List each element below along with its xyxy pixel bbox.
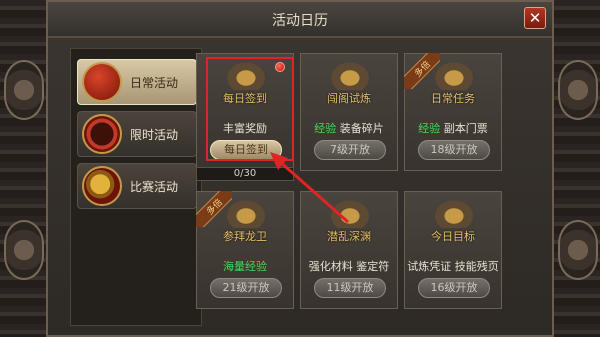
chest-icon bbox=[432, 60, 476, 90]
sidebar-item-daily-activities[interactable]: 日常活动 bbox=[77, 59, 197, 105]
activity-card-abyss[interactable]: 潜乱深渊 强化材料 鉴定符 11级开放 bbox=[300, 191, 398, 309]
activity-name: 日常任务 bbox=[431, 92, 475, 105]
activity-card-tower-trial[interactable]: 闯阁试炼 经验 装备碎片 7级开放 bbox=[300, 53, 398, 171]
sidebar-item-label: 日常活动 bbox=[130, 76, 179, 90]
window-title: 活动日历 bbox=[272, 13, 328, 29]
sidebar-item-competition-activities[interactable]: 比赛活动 bbox=[77, 163, 197, 209]
chest-icon bbox=[432, 198, 476, 228]
activity-reward: 经验 副本门票 bbox=[418, 122, 488, 135]
close-icon: ✕ bbox=[528, 9, 542, 27]
sidebar-item-label: 比赛活动 bbox=[130, 180, 179, 194]
chest-icon bbox=[328, 60, 372, 90]
gong-icon bbox=[82, 166, 122, 206]
activity-name: 潜乱深渊 bbox=[327, 230, 371, 243]
calendar-icon bbox=[82, 62, 122, 102]
checkin-progress-bar: 0/30 bbox=[196, 167, 294, 181]
frame-ornament bbox=[558, 220, 598, 280]
clock-icon bbox=[82, 114, 122, 154]
sidebar-item-label: 限时活动 bbox=[130, 128, 179, 142]
activity-card-daily-quest[interactable]: 多倍 日常任务 经验 副本门票 18级开放 bbox=[404, 53, 502, 171]
frame-ornament bbox=[558, 60, 598, 120]
activity-calendar-window: 活动日历 ✕ 日常活动 限时活动 比赛活动 每日签到 丰富奖励 每日签到 闯阁试… bbox=[46, 0, 554, 337]
chest-icon bbox=[224, 198, 268, 228]
activity-reward: 海量经验 bbox=[223, 260, 267, 273]
level-locked-button[interactable]: 16级开放 bbox=[418, 278, 490, 298]
level-locked-button[interactable]: 18级开放 bbox=[418, 140, 490, 160]
activity-name: 闯阁试炼 bbox=[327, 92, 371, 105]
activity-reward: 试炼凭证 技能残页 bbox=[407, 260, 499, 273]
sidebar-item-limited-time-activities[interactable]: 限时活动 bbox=[77, 111, 197, 157]
level-locked-button[interactable]: 11级开放 bbox=[314, 278, 386, 298]
title-bar: 活动日历 ✕ bbox=[48, 2, 552, 38]
activity-name: 今日目标 bbox=[431, 230, 475, 243]
level-locked-button[interactable]: 21级开放 bbox=[210, 278, 282, 298]
activity-reward: 经验 装备碎片 bbox=[314, 122, 384, 135]
activity-card-dragon-guard[interactable]: 多倍 参拜龙卫 海量经验 21级开放 bbox=[196, 191, 294, 309]
activity-category-sidebar: 日常活动 限时活动 比赛活动 bbox=[70, 48, 202, 326]
frame-ornament bbox=[4, 60, 44, 120]
activity-name: 参拜龙卫 bbox=[223, 230, 267, 243]
activity-reward: 强化材料 鉴定符 bbox=[308, 260, 390, 273]
chest-icon bbox=[328, 198, 372, 228]
left-ornate-frame bbox=[0, 0, 52, 337]
level-locked-button[interactable]: 7级开放 bbox=[314, 140, 386, 160]
right-ornate-frame bbox=[548, 0, 600, 337]
progress-text: 0/30 bbox=[233, 168, 257, 179]
highlight-box bbox=[206, 57, 294, 161]
close-button[interactable]: ✕ bbox=[524, 7, 546, 29]
activity-card-daily-goal[interactable]: 今日目标 试炼凭证 技能残页 16级开放 bbox=[404, 191, 502, 309]
frame-ornament bbox=[4, 220, 44, 280]
